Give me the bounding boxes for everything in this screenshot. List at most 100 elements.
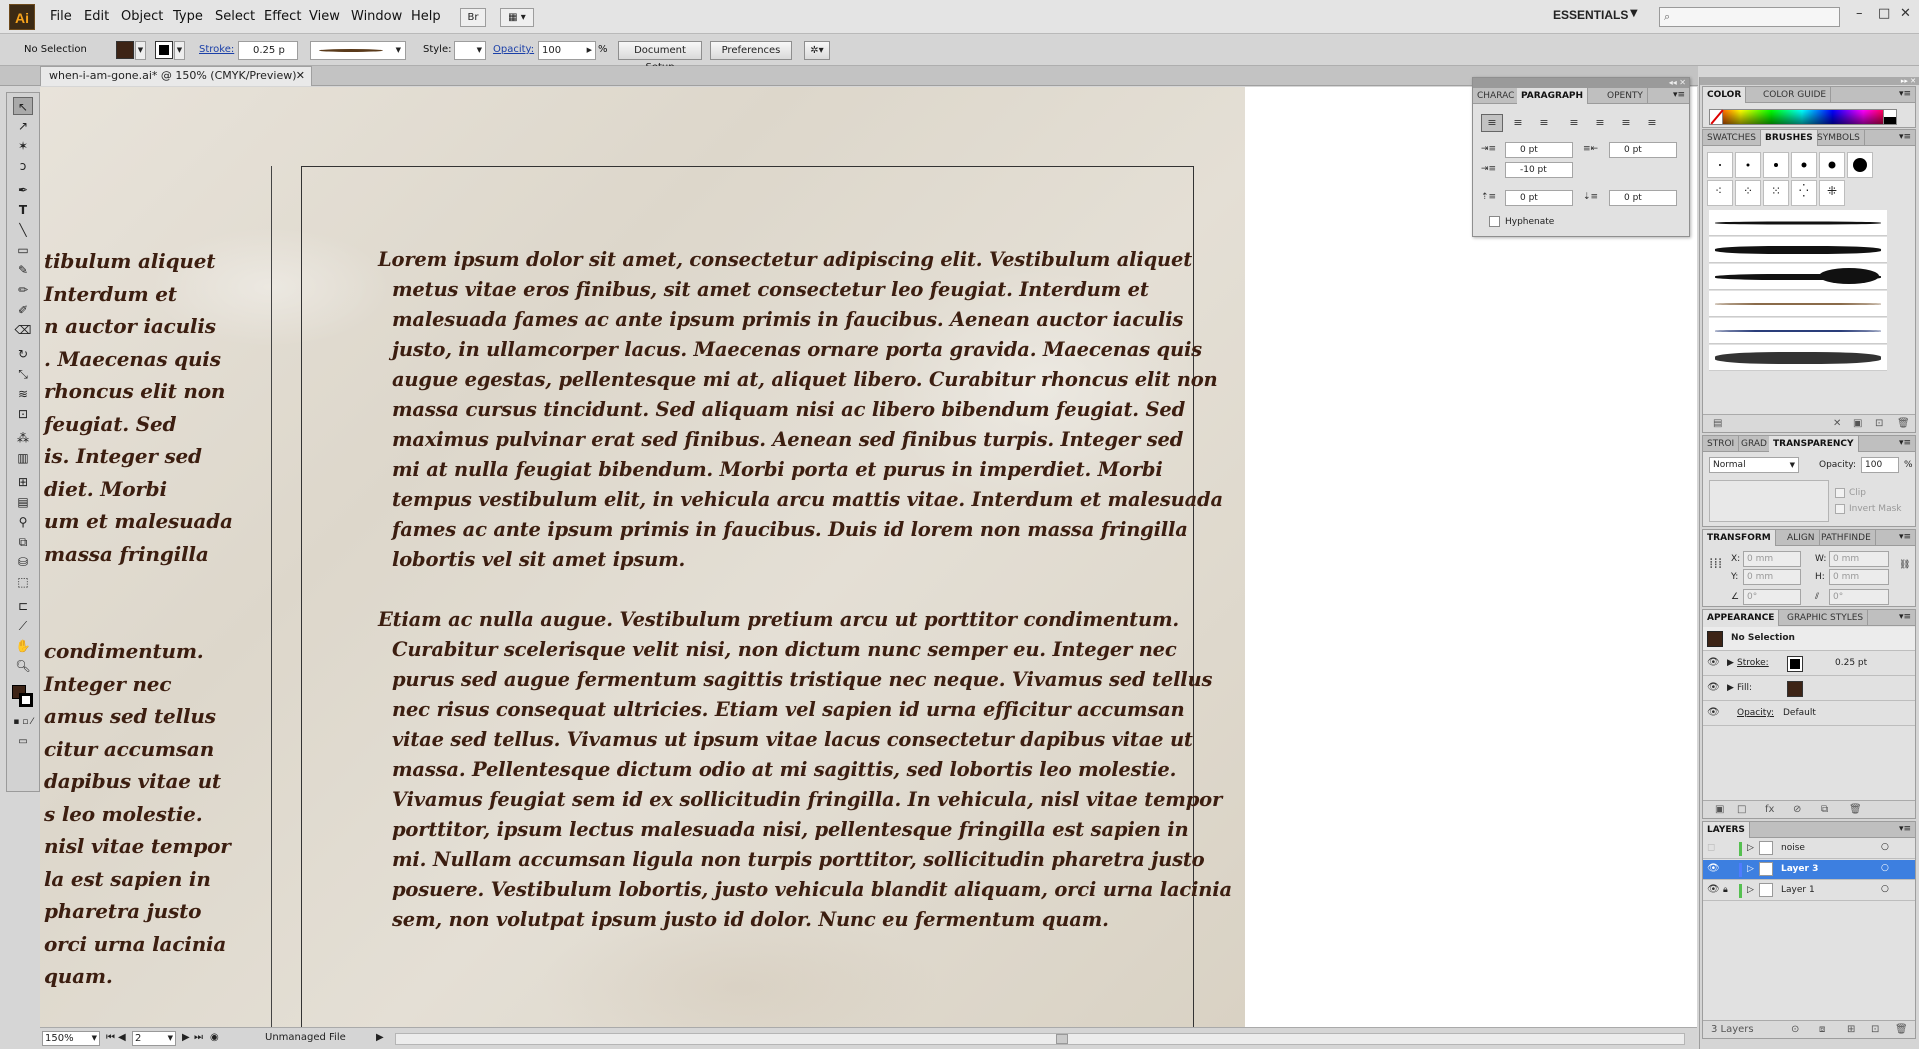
scale-tool-icon[interactable]: ⤡ xyxy=(13,365,33,383)
panel-menu-icon[interactable]: ▾≡ xyxy=(1899,532,1911,542)
stroke-label[interactable]: Stroke: xyxy=(199,44,234,55)
paragraph-1[interactable]: Lorem ipsum dolor sit amet, consectetur … xyxy=(378,245,1223,575)
live-paint-selection-tool-icon[interactable]: ⬚ xyxy=(13,573,33,591)
layer-row-layer-1[interactable]: 👁︎ 🔒︎ ▷ Layer 1 ○ xyxy=(1703,881,1915,901)
panel-title-bar[interactable]: ◂◂ ✕ xyxy=(1473,78,1689,88)
stroke-dropdown[interactable]: ▼ xyxy=(174,41,185,60)
zoom-field[interactable]: 150% ▼ xyxy=(42,1031,100,1046)
pencil-tool-icon[interactable]: ✏ xyxy=(13,281,33,299)
opacity-field[interactable]: 100 xyxy=(1861,457,1899,473)
stroke-swatch[interactable] xyxy=(155,41,173,59)
tab-symbols[interactable]: SYMBOLS xyxy=(1813,130,1865,146)
brush-definition-dropdown[interactable]: ▼ xyxy=(310,41,406,60)
panel-menu-icon[interactable]: ▾≡ xyxy=(1899,438,1911,448)
left-artboard-text[interactable]: tibulum aliquet Interdum et n auctor iacul… xyxy=(44,245,272,993)
line-tool-icon[interactable]: ╲ xyxy=(13,221,33,239)
clear-appearance-icon[interactable]: ⊘ xyxy=(1793,804,1801,815)
maximize-button[interactable]: □ xyxy=(1878,6,1890,21)
brush-library-icon[interactable]: ▤ xyxy=(1713,418,1722,429)
symbol-sprayer-tool-icon[interactable]: ⁂ xyxy=(13,429,33,447)
panel-menu-icon[interactable]: ▾≡ xyxy=(1899,132,1911,142)
layer-name[interactable]: Layer 1 xyxy=(1781,885,1815,895)
expand-arrow-icon[interactable]: ▶ xyxy=(1727,658,1734,668)
layer-row-layer-3[interactable]: 👁︎ ▷ Layer 3 ○ xyxy=(1703,860,1915,880)
pen-tool-icon[interactable]: ✒ xyxy=(13,181,33,199)
blob-brush-tool-icon[interactable]: ✐ xyxy=(13,301,33,319)
rectangle-tool-icon[interactable]: ▭ xyxy=(13,241,33,259)
visibility-eye-icon[interactable]: 👁︎ xyxy=(1707,657,1720,668)
first-line-indent-field[interactable]: -10 pt xyxy=(1505,162,1573,178)
menu-effect[interactable]: Effect xyxy=(264,9,301,24)
screen-mode-icon[interactable]: ▭ xyxy=(13,733,33,751)
clip-checkbox[interactable] xyxy=(1835,488,1845,498)
new-brush-icon[interactable]: ⊡ xyxy=(1875,418,1883,429)
menu-object[interactable]: Object xyxy=(121,9,163,24)
appearance-stroke-row[interactable]: 👁︎ ▶ Stroke: 0.25 pt xyxy=(1703,652,1915,676)
brush-dot-1[interactable] xyxy=(1707,152,1733,178)
mesh-tool-icon[interactable]: ⊞ xyxy=(13,473,33,491)
panel-menu-icon[interactable]: ▾≡ xyxy=(1899,612,1911,622)
tab-graphic-styles[interactable]: GRAPHIC STYLES xyxy=(1783,610,1869,626)
align-right-button[interactable]: ≡ xyxy=(1533,114,1555,132)
paintbrush-tool-icon[interactable]: ✎ xyxy=(13,261,33,279)
left-indent-field[interactable]: 0 pt xyxy=(1505,142,1573,158)
next-artboard-icon[interactable]: ▶ xyxy=(182,1032,190,1043)
add-fill-icon[interactable]: □ xyxy=(1737,804,1746,815)
color-mode-icons[interactable]: ▪ ▫ ⁄ xyxy=(13,713,33,731)
justify-last-right-button[interactable]: ≡ xyxy=(1615,114,1637,132)
tab-align[interactable]: ALIGN xyxy=(1783,530,1820,546)
first-artboard-icon[interactable]: ⏮ xyxy=(106,1032,115,1043)
menu-type[interactable]: Type xyxy=(173,9,203,24)
target-circle-icon[interactable]: ○ xyxy=(1881,884,1889,894)
brush-dot-3[interactable] xyxy=(1763,152,1789,178)
remove-brush-stroke-icon[interactable]: ✕ xyxy=(1833,418,1841,429)
shear-field[interactable]: 0° xyxy=(1829,589,1889,605)
bridge-button[interactable]: Br xyxy=(460,8,486,27)
horizontal-scrollbar[interactable] xyxy=(395,1033,1685,1045)
tab-transform[interactable]: TRANSFORM xyxy=(1703,530,1776,546)
target-circle-icon[interactable]: ○ xyxy=(1881,842,1889,852)
artboard-tool-icon[interactable]: ⊏ xyxy=(13,597,33,615)
visibility-eye-icon[interactable]: 👁︎ xyxy=(1707,884,1720,895)
right-indent-field[interactable]: 0 pt xyxy=(1609,142,1677,158)
brush-dot-6[interactable] xyxy=(1847,152,1873,178)
tab-stroke[interactable]: STROI xyxy=(1703,436,1740,452)
justify-last-left-button[interactable]: ≡ xyxy=(1563,114,1585,132)
document-tab[interactable]: when-i-am-gone.ai* @ 150% (CMYK/Preview)… xyxy=(40,66,312,86)
brush-stroke-3[interactable] xyxy=(1709,264,1887,290)
artboard-number-field[interactable]: 2 ▼ xyxy=(132,1031,176,1046)
new-sublayer-icon[interactable]: ⊞ xyxy=(1847,1024,1855,1035)
graphic-style-dropdown[interactable]: ▼ xyxy=(454,41,486,60)
paragraph-2[interactable]: Etiam ac nulla augue. Vestibulum pretium… xyxy=(378,605,1232,935)
tab-layers[interactable]: LAYERS xyxy=(1703,822,1750,838)
layer-row-noise[interactable]: ◻︎ ▷ noise ○ xyxy=(1703,839,1915,859)
free-transform-tool-icon[interactable]: ⊡ xyxy=(13,405,33,423)
appearance-opacity-row[interactable]: 👁︎ Opacity: Default xyxy=(1703,702,1915,726)
tab-paragraph[interactable]: PARAGRAPH xyxy=(1517,88,1589,104)
delete-brush-icon[interactable]: 🗑︎ xyxy=(1897,418,1910,429)
y-field[interactable]: 0 mm xyxy=(1743,569,1801,585)
appearance-stroke-label[interactable]: Stroke: xyxy=(1737,658,1769,668)
locate-object-icon[interactable]: ⊙ xyxy=(1791,1024,1799,1035)
visibility-eye-icon[interactable]: 👁︎ xyxy=(1707,707,1720,718)
blend-mode-dropdown[interactable]: Normal ▼ xyxy=(1709,457,1799,473)
document-setup-button[interactable]: Document Setup xyxy=(618,41,702,73)
warp-tool-icon[interactable]: ≋ xyxy=(13,385,33,403)
x-field[interactable]: 0 mm xyxy=(1743,551,1801,567)
appearance-fill-row[interactable]: 👁︎ ▶ Fill: xyxy=(1703,677,1915,701)
brush-splatter-2[interactable]: ⁘ xyxy=(1735,180,1761,206)
visibility-eye-icon[interactable]: 👁︎ xyxy=(1707,682,1720,693)
workspace-switcher[interactable]: ESSENTIALS xyxy=(1553,8,1628,22)
brush-stroke-1[interactable] xyxy=(1709,210,1887,236)
stroke-swatch[interactable] xyxy=(1787,656,1803,672)
eraser-tool-icon[interactable]: ⌫ xyxy=(13,321,33,339)
brush-dot-2[interactable] xyxy=(1735,152,1761,178)
brush-stroke-6[interactable] xyxy=(1709,345,1887,371)
panel-menu-icon[interactable]: ▾≡ xyxy=(1673,90,1685,100)
fill-dropdown[interactable]: ▼ xyxy=(135,41,146,60)
previous-artboard-icon[interactable]: ◀ xyxy=(118,1032,126,1043)
minimize-button[interactable]: – xyxy=(1856,6,1863,21)
fill-swatch[interactable] xyxy=(116,41,134,59)
close-tab-icon[interactable]: ✕ xyxy=(296,67,305,85)
expand-arrow-icon[interactable]: ▷ xyxy=(1747,864,1754,874)
